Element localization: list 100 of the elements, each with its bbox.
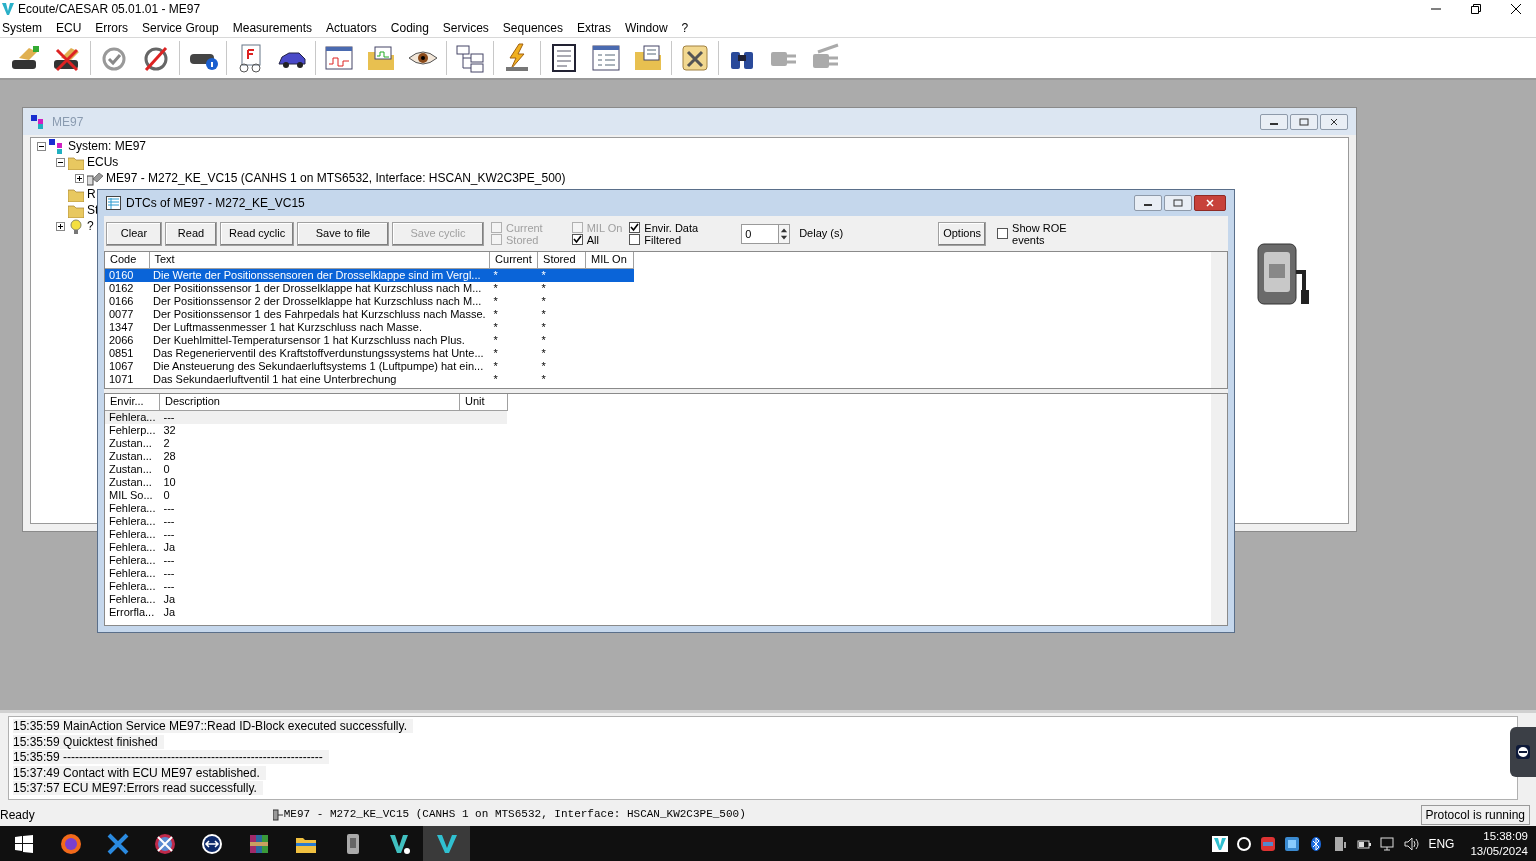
- clock-time[interactable]: 15:38:09: [1483, 828, 1528, 844]
- table-cell: *: [489, 281, 538, 295]
- close-button[interactable]: [1320, 113, 1348, 130]
- close-icon[interactable]: [1510, 3, 1522, 15]
- table-cell-text: 0: [162, 462, 171, 476]
- environment-row[interactable]: Fehlera... ---: [105, 514, 508, 528]
- scrollbar[interactable]: [1211, 252, 1227, 388]
- toolbar-button[interactable]: Read: [165, 221, 217, 246]
- environment-row[interactable]: MIL So... 0: [105, 488, 508, 502]
- environment-row[interactable]: Fehlera... ---: [105, 566, 508, 580]
- side-panel-tab[interactable]: [1510, 727, 1536, 777]
- toolbar-button[interactable]: Save to file: [297, 221, 389, 246]
- table-cell-text: 2066: [108, 333, 135, 347]
- expander-icon[interactable]: [75, 173, 84, 183]
- options-button[interactable]: Options: [938, 221, 987, 246]
- menu-item[interactable]: Extras: [576, 18, 611, 37]
- delay-field[interactable]: 0: [741, 223, 780, 244]
- dtc-row[interactable]: 0077 Der Positionssensor 1 des Fahrpedals hat Kurzschluss nach Masse. * *: [105, 307, 634, 321]
- environment-row[interactable]: Fehlera... ---: [105, 410, 508, 424]
- dtc-row[interactable]: 1071 Das Sekundaerluftventil 1 hat eine Unterbrechung * *: [105, 372, 634, 386]
- checkbox[interactable]: Show ROE events: [997, 221, 1078, 246]
- tree-item[interactable]: ?: [87, 217, 94, 235]
- table-cell-text: *: [492, 320, 499, 334]
- table-cell-text: Die Ansteuerung des Sekundaerluftsystems 1 (Luftpumpe) hat ein...: [152, 359, 485, 373]
- environment-row[interactable]: Fehlerp... 32: [105, 423, 508, 437]
- checkbox[interactable]: All: [571, 233, 623, 246]
- tree-item[interactable]: R: [87, 185, 96, 203]
- menu-item[interactable]: Services: [442, 18, 489, 37]
- tree-item[interactable]: ME97 - M272_KE_VC15 (CANHS 1 on MTS6532, Interface: HSCAN_KW2C3PE_500): [106, 169, 566, 187]
- dtc-row[interactable]: 0851 Das Regenerierventil des Kraftstoffverdunstungssystems hat Unte... * *: [105, 346, 634, 360]
- checkbox[interactable]: Filtered: [629, 233, 699, 246]
- table-cell-text: ---: [162, 514, 176, 528]
- list-window-icon[interactable]: [590, 42, 622, 74]
- network-icon[interactable]: [1380, 835, 1397, 852]
- column-header[interactable]: Code: [105, 252, 149, 268]
- menu-item[interactable]: System: [2, 18, 42, 37]
- table-cell: 32: [159, 423, 460, 437]
- column-header[interactable]: Text: [149, 252, 490, 268]
- minimize-button[interactable]: [1134, 195, 1162, 211]
- v-logo-icon[interactable]: [1212, 835, 1229, 852]
- expander-icon[interactable]: [37, 141, 46, 151]
- checkbox[interactable]: Envir. Data: [629, 221, 699, 234]
- tree-item[interactable]: ECUs: [87, 153, 119, 171]
- status-text: Ready: [0, 806, 35, 824]
- expander-icon[interactable]: [56, 157, 65, 167]
- window-app-icon[interactable]: [1284, 835, 1301, 852]
- device-icon[interactable]: [1332, 835, 1349, 852]
- environment-row[interactable]: Fehlera... ---: [105, 579, 508, 593]
- environment-row[interactable]: Errorfla... Ja: [105, 605, 508, 619]
- clock-date[interactable]: 13/05/2024: [1470, 843, 1528, 859]
- environment-row[interactable]: Fehlera... ---: [105, 527, 508, 541]
- column-header[interactable]: MIL On: [585, 252, 634, 268]
- language-indicator[interactable]: ENG: [1428, 834, 1455, 853]
- browser-icon: [59, 832, 82, 855]
- environment-row[interactable]: Zustan... 28: [105, 449, 508, 463]
- restore-icon[interactable]: [1470, 3, 1482, 15]
- table-cell-text: Zustan...: [108, 462, 153, 476]
- environment-row[interactable]: Zustan... 0: [105, 462, 508, 476]
- menu-item[interactable]: Window: [624, 18, 668, 37]
- table-cell-text: Der Positionssensor 2 der Drosselklappe hat Kurzschluss nach M...: [152, 294, 483, 308]
- windows-start-icon[interactable]: [14, 834, 33, 853]
- menu-item[interactable]: Actuators: [326, 18, 377, 37]
- dtc-row[interactable]: 0162 Der Positionssensor 1 der Drosselklappe hat Kurzschluss nach M... * *: [105, 281, 634, 295]
- app-icon[interactable]: [1260, 835, 1277, 852]
- environment-row[interactable]: Fehlera... Ja: [105, 592, 508, 606]
- table-cell-text: 0: [162, 488, 171, 502]
- close-button[interactable]: [1194, 195, 1226, 211]
- dtc-row[interactable]: 0166 Der Positionssensor 2 der Drosselklappe hat Kurzschluss nach M... * *: [105, 294, 634, 308]
- toolbar-button[interactable]: Read cyclic: [220, 221, 294, 246]
- menu-item[interactable]: ECU: [56, 18, 82, 37]
- column-header[interactable]: Current: [489, 252, 538, 268]
- column-header[interactable]: Stored: [537, 252, 586, 268]
- environment-row[interactable]: Zustan... 10: [105, 475, 508, 489]
- menu-item[interactable]: Measurements: [232, 18, 313, 37]
- tree-item[interactable]: System: ME97: [68, 137, 147, 155]
- spin-arrows-icon[interactable]: [779, 223, 791, 244]
- menu-item[interactable]: ?: [681, 18, 689, 37]
- dtc-row[interactable]: 0160 Die Werte der Positionssensoren der Drosselklappe sind im Vergl... * *: [105, 268, 634, 282]
- column-header[interactable]: Description: [159, 394, 460, 410]
- tree-diagram-icon[interactable]: [454, 42, 486, 74]
- menu-item[interactable]: Sequences: [502, 18, 563, 37]
- column-header[interactable]: Unit: [459, 394, 508, 410]
- environment-row[interactable]: Fehlera... ---: [105, 501, 508, 515]
- table-cell: Fehlerp...: [105, 423, 160, 437]
- expander-icon[interactable]: [56, 221, 65, 231]
- menu-item[interactable]: Errors: [95, 18, 129, 37]
- menu-item[interactable]: Service Group: [142, 18, 219, 37]
- volume-icon[interactable]: [1404, 835, 1421, 852]
- environment-row[interactable]: Fehlera... ---: [105, 553, 508, 567]
- menu-item[interactable]: Coding: [390, 18, 429, 37]
- dtc-row[interactable]: 1067 Die Ansteuerung des Sekundaerluftsystems 1 (Luftpumpe) hat ein... * *: [105, 359, 634, 373]
- column-header[interactable]: Envir...: [105, 394, 160, 410]
- minimize-button[interactable]: [1260, 113, 1288, 130]
- dtc-row[interactable]: 1347 Der Luftmassenmesser 1 hat Kurzschluss nach Masse. * *: [105, 320, 634, 334]
- environment-row[interactable]: Fehlera... Ja: [105, 540, 508, 554]
- table-cell-text: 1347: [108, 320, 135, 334]
- environment-row[interactable]: Zustan... 2: [105, 436, 508, 450]
- toolbar-button[interactable]: Clear: [106, 221, 162, 246]
- dtc-row[interactable]: 2066 Der Kuehlmittel-Temperatursensor 1 hat Kurzschluss nach Plus. * *: [105, 333, 634, 347]
- scrollbar[interactable]: [1211, 394, 1227, 625]
